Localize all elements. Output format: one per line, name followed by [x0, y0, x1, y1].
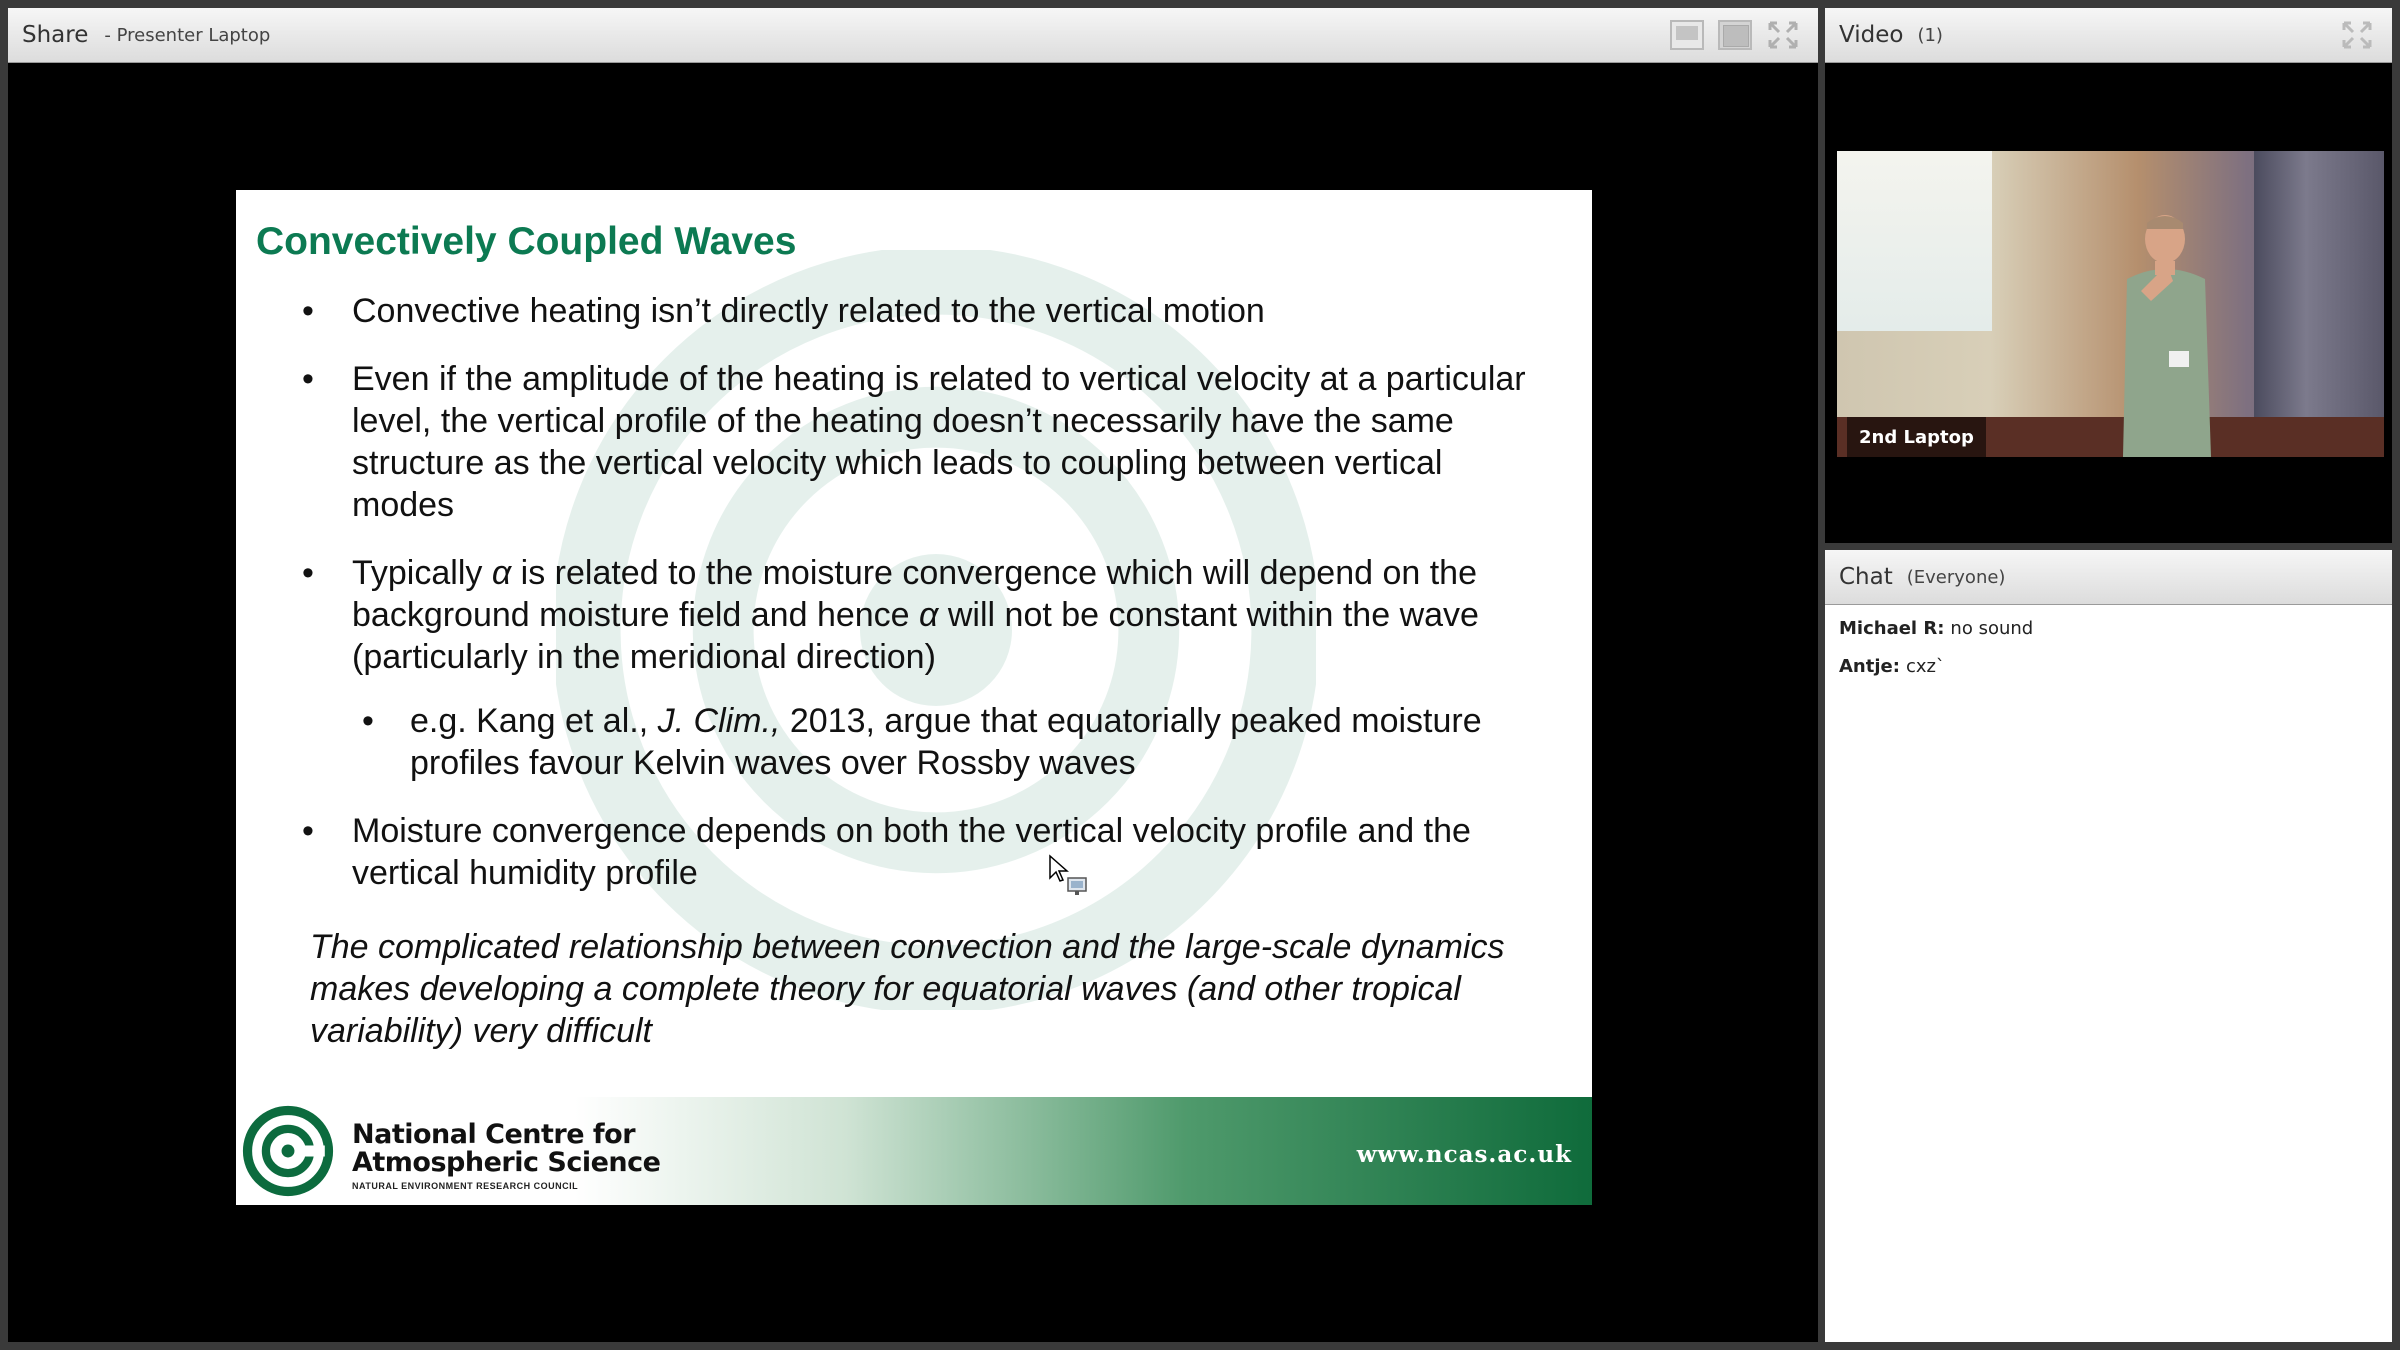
footer-org-line2: Atmospheric Science	[352, 1147, 661, 1178]
video-pod-header: Video (1)	[1825, 8, 2392, 63]
bullet-item: • Moisture convergence depends on both t…	[302, 810, 1552, 894]
chat-pod-header: Chat (Everyone)	[1825, 550, 2392, 605]
chat-text: cxz`	[1905, 656, 1945, 677]
bullet-item: • Typically α is related to the moisture…	[302, 552, 1552, 678]
bullet-item: • Even if the amplitude of the heating i…	[302, 358, 1552, 526]
slide-title: Convectively Coupled Waves	[256, 220, 797, 263]
fullscreen-icon[interactable]	[2340, 20, 2374, 50]
alpha-symbol: α	[919, 596, 939, 634]
bullet-dot: •	[302, 360, 314, 398]
video-pod-title: Video	[1839, 22, 1904, 48]
chat-pod: Chat (Everyone) Michael R: no sound Antje…	[1825, 550, 2392, 1342]
share-pod-header: Share - Presenter Laptop	[8, 8, 1818, 63]
video-pod: Video (1) 2nd Laptop	[1825, 8, 2392, 543]
footer-council: NATURAL ENVIRONMENT RESEARCH COUNCIL	[352, 1181, 579, 1191]
chat-sender: Michael R:	[1839, 618, 1945, 639]
ncas-logo-icon	[242, 1105, 334, 1197]
chat-audience[interactable]: (Everyone)	[1907, 567, 2006, 588]
bullet-dot: •	[362, 702, 374, 740]
bullet-dot: •	[302, 554, 314, 592]
footer-org-name: National Centre for Atmospheric Science	[352, 1119, 661, 1178]
share-pod-title: Share	[22, 22, 89, 48]
bullet-dot: •	[302, 812, 314, 850]
bullet-text: Even if the amplitude of the heating is …	[352, 360, 1526, 524]
fit-to-window-icon[interactable]	[1718, 20, 1752, 50]
journal-name: J. Clim.,	[657, 702, 781, 740]
bullet-text-pre: e.g. Kang et al.,	[410, 702, 658, 740]
chat-message: Antje: cxz`	[1839, 656, 2378, 677]
chat-message-list: Michael R: no sound Antje: cxz`	[1839, 618, 2378, 694]
mouse-pointer-icon	[1049, 854, 1087, 895]
slide-footer: National Centre for Atmospheric Science …	[236, 1097, 1592, 1205]
presentation-slide: Convectively Coupled Waves • Convective …	[236, 190, 1592, 1205]
curtain	[2254, 151, 2384, 457]
webcam-video-feed[interactable]: 2nd Laptop	[1837, 151, 2384, 457]
bullet-dot: •	[302, 292, 314, 330]
chat-sender: Antje:	[1839, 656, 1900, 677]
presenter-figure	[2123, 215, 2211, 457]
chat-message: Michael R: no sound	[1839, 618, 2378, 639]
alpha-symbol: α	[491, 554, 512, 592]
projection-screen	[1837, 151, 1992, 331]
normal-view-icon[interactable]	[1670, 20, 1704, 50]
share-pod: Share - Presenter Laptop Convectively Co…	[8, 8, 1818, 1342]
bullet-item: • Convective heating isn’t directly rela…	[302, 290, 1552, 332]
chat-pod-title: Chat	[1839, 564, 1893, 590]
bullet-text: Moisture convergence depends on both the…	[352, 812, 1471, 892]
video-pod-count: (1)	[1917, 24, 1943, 46]
footer-url: www.ncas.ac.uk	[1356, 1141, 1572, 1168]
bullet-text: Convective heating isn’t directly relate…	[352, 292, 1265, 330]
share-pod-subtitle: - Presenter Laptop	[104, 24, 271, 46]
chat-text: no sound	[1950, 618, 2034, 639]
slide-bullets: • Convective heating isn’t directly rela…	[302, 290, 1552, 920]
footer-org-line1: National Centre for	[352, 1119, 636, 1150]
bullet-text-pre: Typically	[352, 554, 492, 592]
slide-conclusion: The complicated relationship between con…	[310, 928, 1505, 1050]
video-feed-label: 2nd Laptop	[1847, 417, 1986, 457]
sub-bullet-item: • e.g. Kang et al., J. Clim., 2013, argu…	[302, 700, 1552, 784]
fullscreen-icon[interactable]	[1766, 20, 1800, 50]
